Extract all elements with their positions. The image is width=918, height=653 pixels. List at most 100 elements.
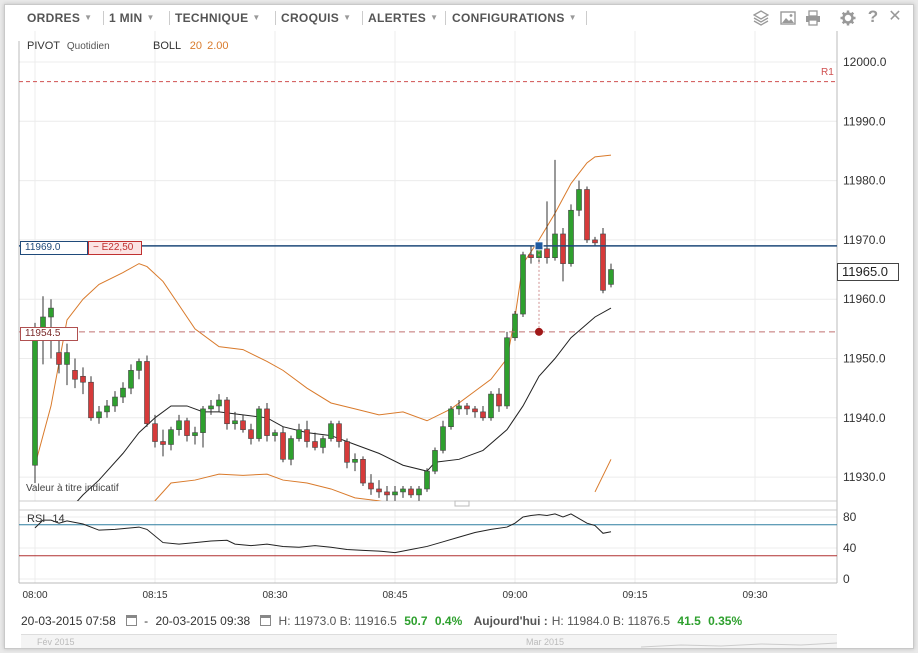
candle-body — [296, 429, 302, 439]
candle-body — [216, 399, 222, 407]
price-tick-label: 11970.0 — [843, 233, 886, 247]
candle-body — [432, 450, 438, 472]
plot-background — [19, 31, 837, 583]
rsi-period: 14 — [52, 513, 65, 525]
candle-body — [592, 239, 598, 244]
candle-body — [464, 405, 470, 410]
today-change: 41.5 — [677, 614, 701, 628]
price-tick-label: 11940.0 — [843, 411, 886, 425]
rsi-indicator-tag[interactable]: RSI 14 — [27, 513, 65, 525]
rsi-label: RSI — [27, 513, 46, 525]
candle-body — [496, 393, 502, 407]
pivot-label: PIVOT — [27, 40, 60, 52]
pivot-period: Quotidien — [66, 41, 110, 52]
candle-body — [608, 269, 614, 285]
candle-body — [568, 209, 574, 264]
candle-body — [176, 420, 182, 430]
price-tick-label: 12000.0 — [843, 55, 887, 69]
date-from: 20-03-2015 07:58 — [21, 614, 116, 628]
candle-body — [48, 307, 54, 318]
candle-body — [272, 432, 278, 436]
order-marker[interactable] — [534, 241, 544, 251]
candle-body — [392, 491, 398, 496]
candle-body — [328, 423, 334, 439]
boll-deviation: 2.00 — [207, 40, 229, 52]
price-chart[interactable]: 12000.0 11990.0 11980.0 11970.0 11960.0 11950… — [5, 5, 913, 648]
price-tick-label: 11960.0 — [843, 292, 886, 306]
calendar-icon[interactable] — [260, 615, 272, 626]
boll-indicator-tag[interactable]: BOLL 20 2.00 — [153, 40, 229, 52]
range-percent: 0.4% — [434, 614, 463, 628]
candle-body — [256, 408, 262, 439]
candle-body — [160, 441, 166, 445]
time-tick-label: 08:15 — [142, 590, 167, 601]
price-tick-label: 11930.0 — [843, 470, 886, 484]
time-tick-label: 09:00 — [502, 590, 527, 601]
navigator-preview — [641, 642, 837, 648]
r1-label: R1 — [821, 67, 834, 78]
status-bar: 20-03-2015 07:58 - 20-03-2015 09:38 H: 1… — [21, 614, 746, 628]
candle-body — [520, 254, 526, 315]
price-tick-label: 11950.0 — [843, 352, 886, 366]
candle-body — [120, 387, 126, 398]
chart-window: ORDRES ▼ 1 MIN ▼ TECHNIQUE ▼ CROQUIS ▼ ALERT… — [4, 4, 914, 649]
candle-body — [264, 408, 270, 436]
candle-body — [488, 393, 494, 419]
candle-body — [96, 411, 102, 419]
candle-body — [112, 396, 118, 407]
pivot-indicator-tag[interactable]: PIVOT Quotidien — [27, 40, 110, 52]
date-separator: - — [144, 614, 149, 628]
candle-body — [528, 254, 534, 258]
range-high-low: H: 11973.0 B: 11916.5 — [278, 614, 397, 628]
candle-body — [80, 375, 86, 383]
date-to: 20-03-2015 09:38 — [155, 614, 251, 628]
candle-body — [544, 248, 550, 258]
candle-body — [72, 370, 78, 380]
candle-body — [88, 381, 94, 419]
candle-body — [152, 423, 158, 442]
candle-body — [184, 420, 190, 436]
candle-body — [248, 429, 254, 439]
candle-body — [104, 405, 110, 413]
candle-body — [472, 408, 478, 413]
candle-body — [416, 488, 422, 496]
candle-body — [576, 189, 582, 211]
candle-body — [584, 189, 590, 241]
today-label: Aujourd'hui : — [473, 614, 548, 628]
candle-body — [384, 491, 390, 496]
navigator-month-label: Fév 2015 — [37, 637, 75, 647]
boll-label: BOLL — [153, 40, 181, 52]
time-tick-label: 09:15 — [622, 590, 647, 601]
candle-body — [376, 488, 382, 493]
candle-body — [32, 328, 38, 466]
today-high-low: H: 11984.0 B: 11876.5 — [551, 614, 671, 628]
time-tick-label: 08:30 — [262, 590, 287, 601]
calendar-icon[interactable] — [125, 615, 137, 626]
candle-body — [312, 441, 318, 448]
time-tick-label: 09:30 — [742, 590, 767, 601]
candle-body — [56, 352, 62, 365]
candle-body — [144, 361, 150, 425]
candle-body — [360, 459, 366, 484]
candle-body — [344, 441, 350, 463]
price-tick-label: 11990.0 — [843, 114, 886, 128]
candle-body — [288, 438, 294, 460]
candle-body — [208, 405, 214, 410]
candle-body — [224, 399, 230, 425]
candle-body — [440, 426, 446, 451]
stop-price-label[interactable]: 11954.5 — [20, 327, 78, 341]
rsi-tick-label: 40 — [843, 541, 857, 555]
candle-body — [320, 438, 326, 448]
time-tick-label: 08:45 — [382, 590, 407, 601]
candle-body — [240, 420, 246, 430]
candle-body — [128, 370, 134, 389]
candle-body — [336, 423, 342, 442]
candle-body — [448, 408, 454, 427]
range-change: 50.7 — [404, 614, 428, 628]
candle-body — [304, 429, 310, 442]
navigator-strip[interactable]: Fév 2015 Mar 2015 — [21, 634, 837, 648]
rsi-tick-label: 0 — [843, 572, 850, 586]
stop-marker[interactable] — [535, 327, 543, 336]
rsi-tick-label: 80 — [843, 510, 857, 524]
order-price-label[interactable]: 11969.0 — [20, 241, 88, 255]
